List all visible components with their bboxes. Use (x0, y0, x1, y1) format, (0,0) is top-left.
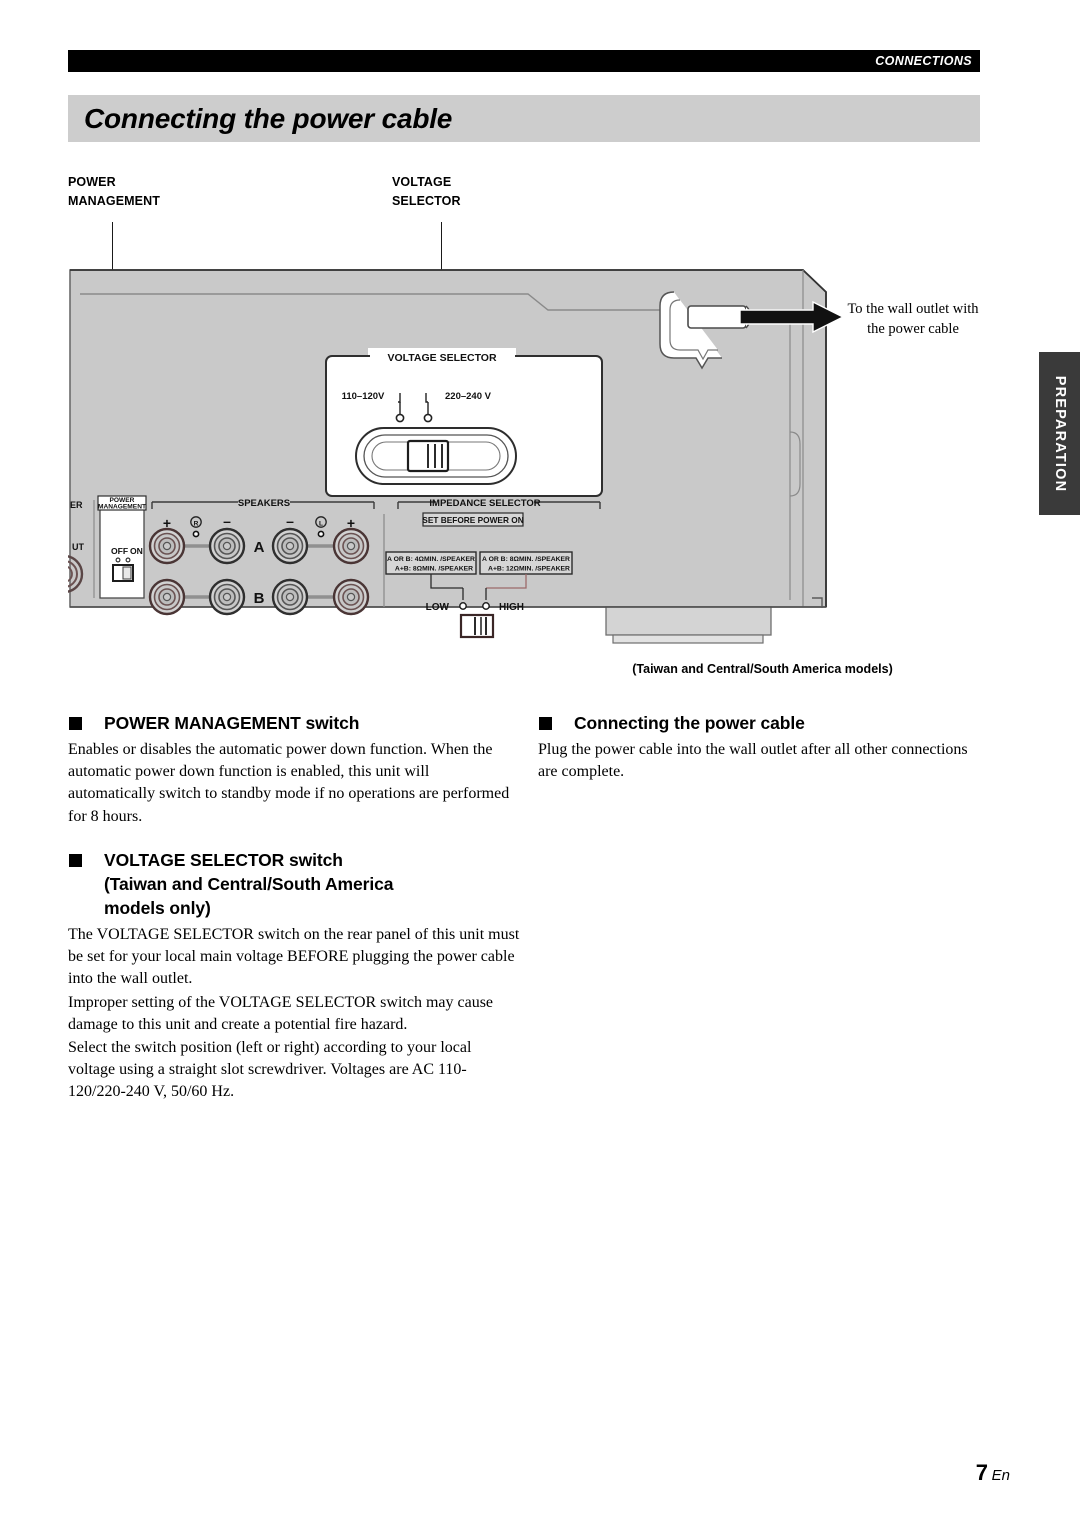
voltage-selector-heading-line1: VOLTAGE SELECTOR switch (104, 849, 343, 870)
page-language-code: En (991, 1467, 1010, 1484)
speaker-row-a-label: A (254, 539, 265, 556)
impedance-high-box-line2: A+B: 12ΩMIN. /SPEAKER (488, 566, 570, 573)
impedance-low-box-line1: A OR B: 4ΩMIN. /SPEAKER (387, 556, 475, 563)
wall-outlet-note: To the wall outlet with the power cable (828, 300, 998, 339)
section-heading-power-management: POWER MANAGEMENT switch (68, 712, 520, 736)
voltage-selector-heading-line3: models only) (104, 897, 211, 918)
impedance-set-before-power-on-note: SET BEFORE POWER ON (422, 515, 523, 525)
callout-power-management-line1: POWER (68, 175, 116, 189)
wall-outlet-note-line2: the power cable (867, 320, 959, 337)
voltage-low-label: 110–120V (342, 391, 385, 402)
voltage-selector-panel-title: VOLTAGE SELECTOR (387, 352, 497, 364)
power-management-panel: POWER MANAGEMENT OFF ON (97, 495, 147, 599)
section-heading-connecting-power-cable: Connecting the power cable (538, 712, 990, 736)
power-management-panel-title-line2: MANAGEMENT (98, 504, 146, 511)
diagram-caption: (Taiwan and Central/South America models… (632, 662, 893, 676)
power-management-on-label: ON (130, 546, 143, 556)
callout-voltage-selector-line1: VOLTAGE (392, 175, 452, 189)
callout-voltage-selector-line2: SELECTOR (392, 194, 461, 209)
impedance-high-box-line1: A OR B: 8ΩMIN. /SPEAKER (482, 556, 570, 563)
section-bullet-icon (539, 717, 552, 730)
callout-power-management: POWER MANAGEMENT (68, 173, 160, 212)
chapter-label: CONNECTIONS (875, 54, 972, 68)
chapter-header-band: CONNECTIONS (68, 50, 980, 72)
power-management-off-label: OFF (111, 546, 128, 556)
page-title: Connecting the power cable (84, 102, 453, 134)
section-heading-power-management-text: POWER MANAGEMENT switch (104, 713, 360, 733)
voltage-selector-heading-line2: (Taiwan and Central/South America (104, 873, 394, 894)
rear-panel-diagram: VOLTAGE SELECTOR 110–120V 220–240 V POWE… (68, 262, 868, 662)
page-number: 7 (975, 1460, 988, 1485)
right-text-column: Connecting the power cable Plug the powe… (538, 712, 990, 784)
edge-label-er: ER (70, 500, 83, 510)
section-heading-voltage-selector-text: VOLTAGE SELECTOR switch (Taiwan and Cent… (104, 849, 393, 921)
section-heading-voltage-selector: VOLTAGE SELECTOR switch (Taiwan and Cent… (68, 849, 520, 921)
impedance-low-label: LOW (426, 602, 450, 613)
page-footer: 7 En (976, 1460, 1010, 1486)
section-bullet-icon (69, 717, 82, 730)
page-title-bar: Connecting the power cable (68, 95, 980, 142)
voltage-selector-paragraph-3: Select the switch position (left or righ… (68, 1038, 472, 1101)
connecting-power-cable-paragraph-1: Plug the power cable into the wall outle… (538, 740, 968, 781)
impedance-high-label: HIGH (499, 602, 524, 613)
edge-label-ut: UT (72, 542, 84, 552)
speakers-section-title: SPEAKERS (238, 498, 290, 509)
svg-text:L: L (319, 520, 323, 527)
svg-text:R: R (194, 520, 199, 527)
left-text-column: POWER MANAGEMENT switch Enables or disab… (68, 712, 520, 1105)
callout-voltage-selector: VOLTAGE SELECTOR (392, 173, 461, 212)
wall-outlet-note-line1: To the wall outlet with (847, 301, 979, 317)
voltage-selector-paragraph-1: The VOLTAGE SELECTOR switch on the rear … (68, 925, 520, 988)
voltage-selector-paragraph-2: Improper setting of the VOLTAGE SELECTOR… (68, 993, 494, 1033)
voltage-selector-panel: VOLTAGE SELECTOR 110–120V 220–240 V (325, 348, 603, 497)
voltage-high-label: 220–240 V (445, 391, 492, 402)
impedance-selector-title: IMPEDANCE SELECTOR (429, 498, 540, 509)
speaker-minus-right-label: – (286, 513, 294, 529)
speaker-row-b-label: B (254, 590, 265, 607)
section-side-tab-label: PREPARATION (1051, 375, 1068, 492)
section-heading-connecting-power-cable-text: Connecting the power cable (574, 713, 805, 733)
section-side-tab: PREPARATION (1036, 352, 1080, 515)
section-bullet-icon (69, 853, 82, 867)
power-management-paragraph-1: Enables or disables the automatic power … (68, 740, 510, 825)
callout-power-management-line2: MANAGEMENT (68, 194, 160, 209)
impedance-low-box-line2: A+B: 8ΩMIN. /SPEAKER (395, 566, 473, 573)
speaker-minus-left-label: – (223, 513, 231, 529)
